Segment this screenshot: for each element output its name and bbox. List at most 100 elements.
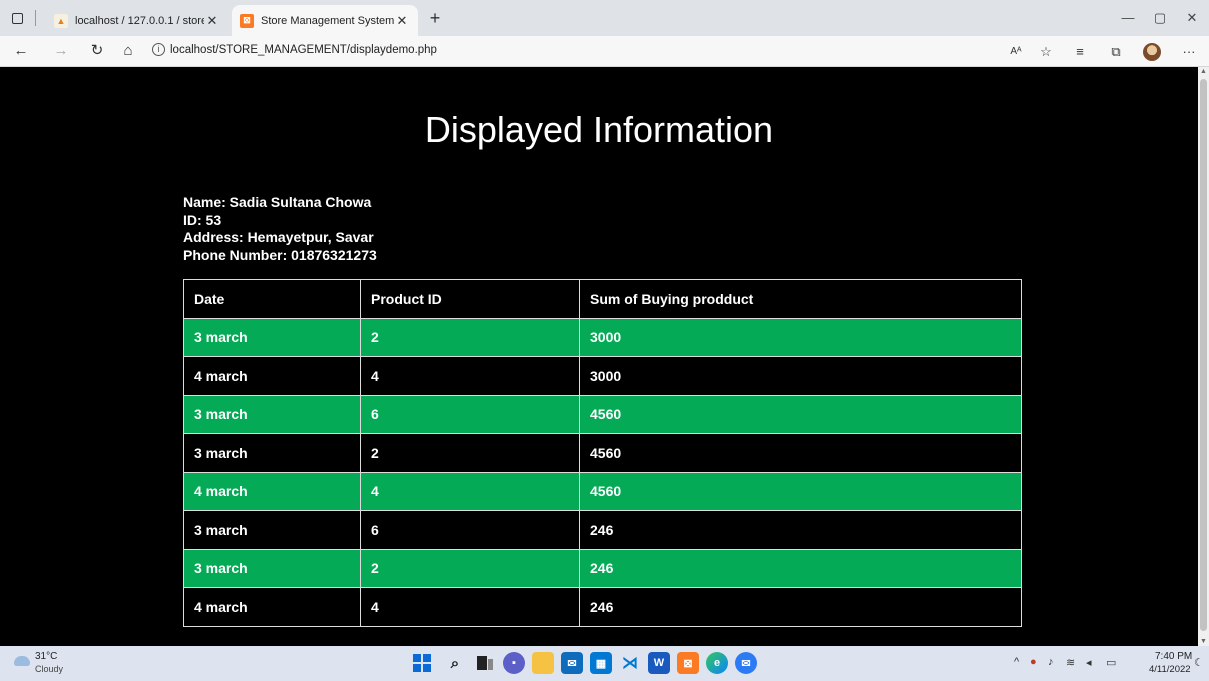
back-icon[interactable]: ← [10,40,32,62]
cell-sum: 3000 [579,356,1022,396]
notifications-icon[interactable]: ☾ [1194,656,1204,669]
browser-toolbar: ← → ↻ ⌂ i localhost/STORE_MANAGEMENT/dis… [0,36,1209,67]
table-row: 4 march 4 246 [183,587,1022,627]
chevron-up-icon[interactable]: ^ [1014,656,1019,668]
start-icon[interactable] [411,652,433,674]
weather-temp[interactable]: 31°C [35,651,57,662]
favorite-icon[interactable]: ☆ [1036,42,1056,62]
cloud-icon[interactable] [14,656,30,666]
forward-icon[interactable]: → [50,40,72,62]
tab-title: Store Management System [261,14,394,27]
vertical-scrollbar[interactable]: ▲ ▼ [1198,67,1209,646]
tray-app-icon[interactable]: ● [1030,656,1037,668]
cell-sum: 246 [579,510,1022,550]
table-row: 3 march 6 4560 [183,394,1022,434]
cell-date: 3 march [183,317,361,357]
volume-icon[interactable]: ◂ [1086,656,1092,669]
home-icon[interactable]: ⌂ [117,40,139,62]
xampp-icon[interactable]: ⊠ [677,652,699,674]
file-explorer-icon[interactable] [532,652,554,674]
cell-sum: 3000 [579,317,1022,357]
customer-address: Address: Hemayetpur, Savar [183,229,374,245]
scroll-up-icon[interactable]: ▲ [1200,68,1207,75]
close-icon[interactable]: ✕ [204,13,220,29]
calendar-icon[interactable]: ▦ [590,652,612,674]
browser-tab-strip: ▲ localhost / 127.0.0.1 / store_man ✕ ⊠ … [0,0,1209,36]
minimize-button[interactable]: — [1116,8,1140,28]
mail-icon[interactable]: ✉ [561,652,583,674]
weather-desc[interactable]: Cloudy [35,664,63,674]
read-aloud-icon[interactable]: Aᴬ [1006,42,1026,62]
task-view-icon[interactable] [474,652,496,674]
vscode-icon[interactable]: ⋊ [619,652,641,674]
new-tab-button[interactable]: + [424,7,446,29]
purchase-table: Date Product ID Sum of Buying prodduct 3… [183,279,1022,627]
scroll-down-icon[interactable]: ▼ [1200,638,1207,645]
cell-date: 4 march [183,356,361,396]
cell-sum: 4560 [579,394,1022,434]
customer-name: Name: Sadia Sultana Chowa [183,194,372,210]
cell-product-id: 2 [360,433,580,473]
cell-sum: 4560 [579,471,1022,511]
close-icon[interactable]: ✕ [394,13,410,29]
cell-product-id: 6 [360,394,580,434]
more-options-icon[interactable]: ··· [1179,42,1199,62]
customer-phone: Phone Number: 01876321273 [183,246,377,263]
scrollbar-thumb[interactable] [1200,79,1207,631]
table-row: 3 march 2 4560 [183,433,1022,473]
clock-date[interactable]: 4/11/2022 [1149,664,1191,675]
app-icon[interactable]: ✉ [735,652,757,674]
refresh-icon[interactable]: ↻ [86,40,108,62]
table-header-row: Date Product ID Sum of Buying prodduct [183,279,1022,319]
cell-sum: 246 [579,587,1022,627]
maximize-button[interactable]: ▢ [1148,8,1172,28]
cell-product-id: 6 [360,510,580,550]
table-row: 4 march 4 4560 [183,471,1022,511]
cell-sum: 246 [579,548,1022,588]
cell-product-id: 4 [360,471,580,511]
favorites-list-icon[interactable]: ≡ [1070,42,1090,62]
close-window-button[interactable]: ✕ [1180,8,1204,28]
collections-icon[interactable]: ⧉ [1106,42,1126,62]
table-row: 3 march 2 246 [183,548,1022,588]
address-bar[interactable]: localhost/STORE_MANAGEMENT/displaydemo.p… [170,44,437,56]
microphone-icon[interactable]: ♪ [1048,656,1054,668]
tab-separator [35,10,36,26]
cell-date: 3 march [183,548,361,588]
header-sum: Sum of Buying prodduct [579,279,1022,319]
customer-info: Name: Sadia Sultana Chowa ID: 53 Address… [183,194,377,264]
header-product-id: Product ID [360,279,580,319]
cell-sum: 4560 [579,433,1022,473]
tab-phpmyadmin[interactable]: ▲ localhost / 127.0.0.1 / store_man ✕ [46,5,228,36]
battery-icon[interactable]: ▭ [1106,656,1116,669]
cell-date: 3 march [183,394,361,434]
word-icon[interactable]: W [648,652,670,674]
cell-product-id: 2 [360,317,580,357]
table-row: 4 march 4 3000 [183,356,1022,396]
site-info-icon[interactable]: i [152,43,165,56]
cell-date: 4 march [183,587,361,627]
header-date: Date [183,279,361,319]
phpmyadmin-icon: ▲ [54,13,68,28]
cell-date: 4 march [183,471,361,511]
clock-time[interactable]: 7:40 PM [1155,651,1192,662]
tab-store-management[interactable]: ⊠ Store Management System ✕ [232,5,418,36]
chat-icon[interactable]: ▪ [503,652,525,674]
customer-id: ID: 53 [183,211,222,228]
xampp-icon: ⊠ [240,13,254,28]
cell-date: 3 march [183,510,361,550]
page-content: Displayed Information Name: Sadia Sultan… [0,67,1198,646]
cell-product-id: 2 [360,548,580,588]
cell-product-id: 4 [360,587,580,627]
search-icon[interactable]: ⌕ [444,652,466,674]
cell-date: 3 march [183,433,361,473]
tab-actions-icon[interactable] [8,9,26,27]
cell-product-id: 4 [360,356,580,396]
wifi-icon[interactable]: ≋ [1066,656,1075,669]
windows-taskbar: 31°C Cloudy ⌕ ▪ ✉ ▦ ⋊ W ⊠ e ✉ ^ ● ♪ ≋ ◂ … [0,646,1209,681]
tab-title: localhost / 127.0.0.1 / store_man [75,14,204,27]
page-title: Displayed Information [424,109,774,150]
table-row: 3 march 6 246 [183,510,1022,550]
profile-avatar[interactable] [1143,43,1161,61]
edge-icon[interactable]: e [706,652,728,674]
